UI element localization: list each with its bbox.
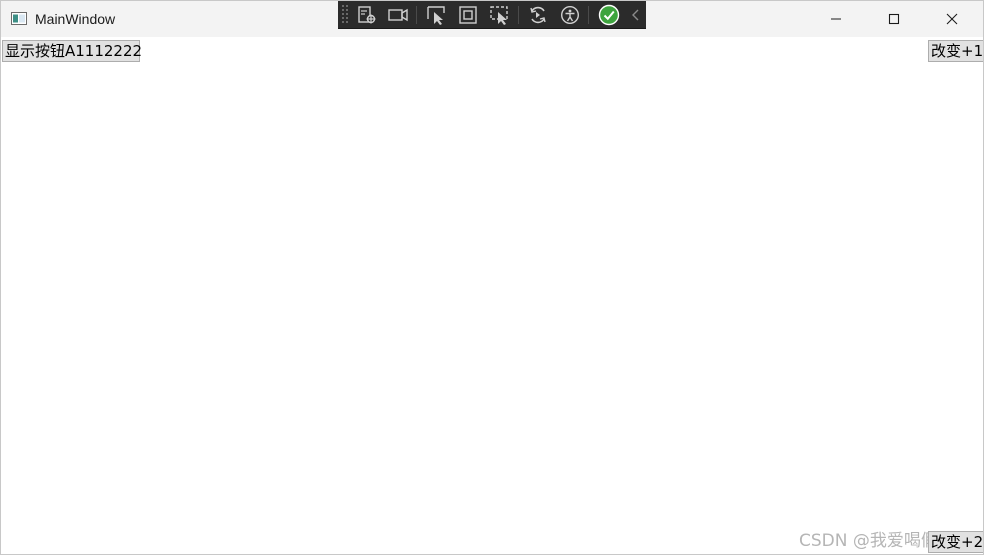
record-icon <box>388 8 408 21</box>
show-button[interactable]: 显示按钮A1112222 <box>2 40 142 62</box>
toolbar-grip[interactable] <box>341 4 349 25</box>
change-plus-one-button[interactable]: 改变+1 <box>928 40 983 62</box>
accessibility-icon <box>560 5 580 24</box>
xaml-debug-toolbar <box>338 1 646 29</box>
change-plus-two-button[interactable]: 改变+2 <box>928 531 983 553</box>
binding-check-button[interactable] <box>595 2 623 27</box>
main-window: MainWindow 显示按钮A1112222 改变+1 CSDN @我爱喝假酒… <box>0 0 984 555</box>
track-focused-element-icon <box>490 5 508 25</box>
accessibility-button[interactable] <box>556 2 584 27</box>
live-visual-tree-icon <box>357 5 376 23</box>
track-focused-element-button[interactable] <box>486 2 514 27</box>
minimize-button[interactable] <box>807 1 865 37</box>
collapse-toolbar-button[interactable] <box>626 2 646 27</box>
toolbar-separator <box>587 5 589 24</box>
maximize-icon <box>888 13 900 25</box>
binding-check-icon <box>598 4 619 25</box>
toolbar-separator <box>517 5 519 24</box>
live-visual-tree-button[interactable] <box>353 2 381 27</box>
hot-reload-icon <box>530 6 547 23</box>
collapse-chevron-icon <box>632 9 639 20</box>
close-icon <box>946 13 958 25</box>
display-layout-adorners-icon <box>459 5 478 24</box>
maximize-button[interactable] <box>865 1 923 37</box>
display-layout-adorners-button[interactable] <box>455 2 483 27</box>
minimize-icon <box>831 18 841 20</box>
record-button[interactable] <box>384 2 412 27</box>
hot-reload-button[interactable] <box>525 2 553 27</box>
select-element-button[interactable] <box>423 2 451 27</box>
window-app-icon <box>11 12 27 25</box>
close-button[interactable] <box>923 1 981 37</box>
toolbar-separator <box>416 5 417 24</box>
select-element-icon <box>427 5 445 25</box>
window-title: MainWindow <box>35 11 116 27</box>
